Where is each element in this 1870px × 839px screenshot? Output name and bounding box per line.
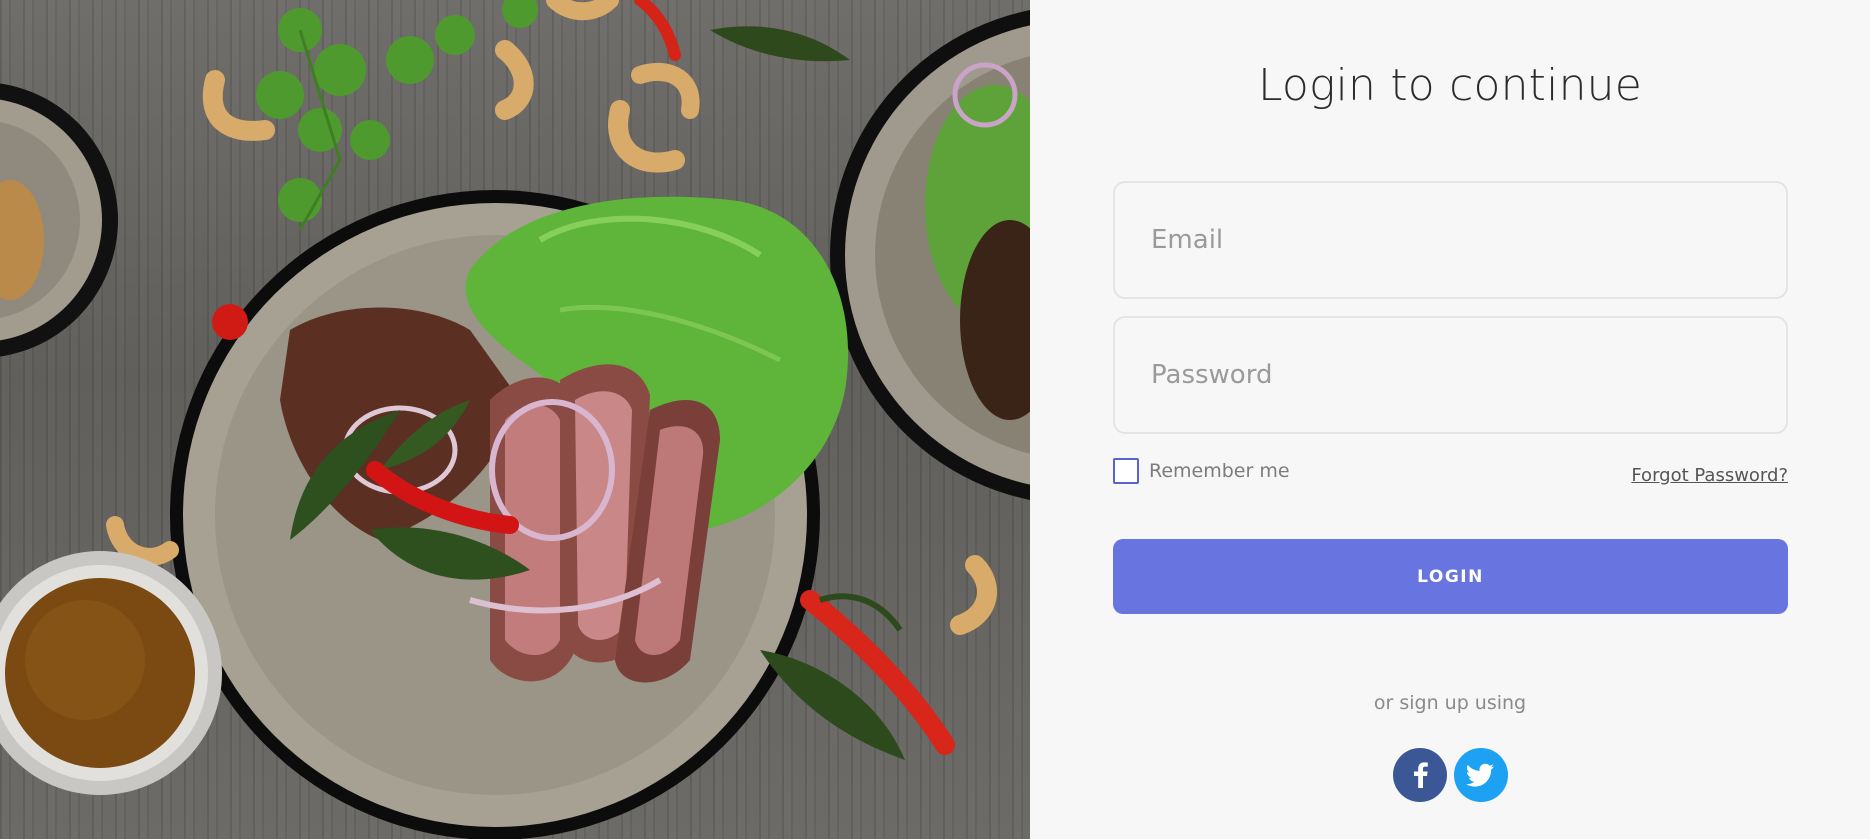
login-button[interactable]: LOGIN xyxy=(1113,539,1788,614)
hero-food-image xyxy=(0,0,1030,839)
remember-me-checkbox[interactable] xyxy=(1113,458,1139,484)
twitter-icon xyxy=(1465,763,1494,787)
facebook-button[interactable] xyxy=(1392,748,1447,802)
password-field[interactable] xyxy=(1113,316,1788,434)
login-panel: Login to continue Remember me Forgot Pas… xyxy=(1030,0,1870,839)
social-signup-buttons xyxy=(1030,748,1870,802)
facebook-icon xyxy=(1413,762,1428,788)
food-illustration xyxy=(0,0,1030,839)
twitter-button[interactable] xyxy=(1453,748,1508,802)
page-title: Login to continue xyxy=(1257,60,1643,111)
remember-me-label: Remember me xyxy=(1149,460,1290,482)
login-page: Login to continue Remember me Forgot Pas… xyxy=(0,0,1870,839)
remember-me-toggle[interactable]: Remember me xyxy=(1113,458,1290,484)
forgot-password-link[interactable]: Forgot Password? xyxy=(1631,465,1788,486)
email-field[interactable] xyxy=(1113,181,1788,299)
signup-prompt: or sign up using xyxy=(1373,692,1527,714)
